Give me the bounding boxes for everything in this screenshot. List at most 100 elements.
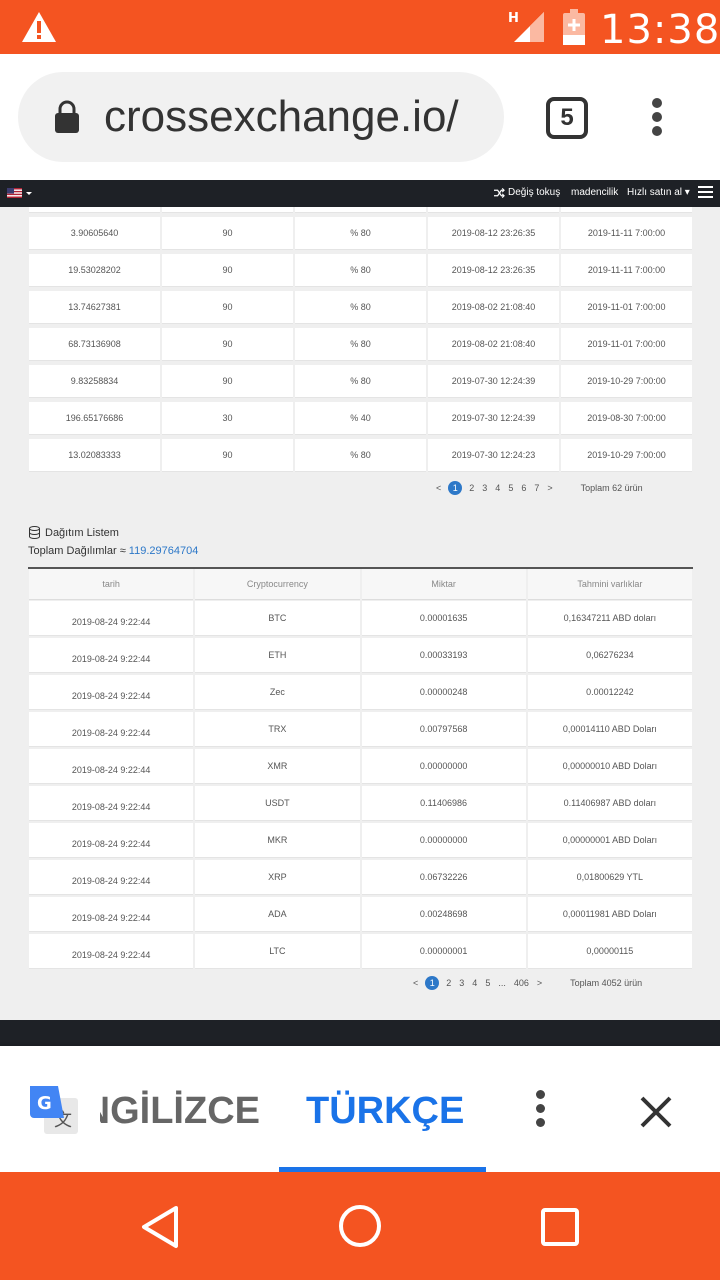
- column-header[interactable]: tarih: [29, 569, 194, 600]
- table-row: 2019-08-24 9:22:44 TRX 0.00797568 0,0001411…: [28, 711, 693, 748]
- target-language-tab[interactable]: TÜRKÇE: [306, 1090, 464, 1133]
- table-cell: 196.65176686: [29, 402, 160, 435]
- table-row: 3.90605640 90% 80 2019-08-12 23:26:35 2019-…: [28, 215, 693, 252]
- table-cell: 13.02083333: [29, 439, 160, 472]
- table-row: 2019-08-24 9:22:44 XRP 0.06732226 0,0180062…: [28, 859, 693, 896]
- distribution-table: tarih Cryptocurrency Miktar Tahmini varlıkl…: [28, 567, 693, 970]
- page-link[interactable]: 5: [508, 483, 513, 493]
- table-cell: 2019-08-24 9:22:44: [29, 934, 194, 969]
- nav-mining[interactable]: madencilik: [571, 187, 618, 198]
- table-cell: 0,06276234: [527, 638, 692, 673]
- table-cell: 2019-11-11 7:00:00: [561, 254, 692, 287]
- table-cell: % 40: [295, 402, 426, 435]
- table-cell: 2019-08-24 9:22:44: [29, 749, 194, 784]
- table-cell: 2019-08-24 9:22:44: [29, 675, 194, 710]
- page-link[interactable]: 3: [482, 483, 487, 493]
- svg-text:H: H: [508, 11, 519, 26]
- google-translate-icon: 文 G: [30, 1086, 78, 1134]
- table-cell: XMR: [195, 749, 360, 784]
- table-cell: 13.74627381: [29, 291, 160, 324]
- distribution-total-label: Toplam Dağılımlar ≈: [28, 545, 129, 557]
- lock-icon: [55, 100, 79, 133]
- table-cell: 2019-08-24 9:22:44: [29, 638, 194, 673]
- address-bar[interactable]: crossexchange.io/: [18, 72, 504, 162]
- column-header[interactable]: Miktar: [361, 569, 526, 600]
- table-cell: 0,00011981 ABD Doları: [527, 897, 692, 932]
- source-language-tab[interactable]: İNGİLİZCE: [100, 1090, 260, 1133]
- page-link[interactable]: 2: [446, 978, 451, 988]
- browser-menu-icon[interactable]: [648, 98, 666, 140]
- table-cell: 9.83258834: [29, 365, 160, 398]
- table-cell: 2019-07-30 12:24:39: [428, 402, 559, 435]
- current-page[interactable]: 1: [425, 976, 440, 990]
- tab-switcher-button[interactable]: 5: [546, 97, 588, 139]
- page-content: 3.90605640 90% 80 2019-08-12 23:26:35 2019-…: [0, 207, 720, 1020]
- browser-toolbar: crossexchange.io/ 5: [0, 54, 720, 180]
- page-link[interactable]: 6: [521, 483, 526, 493]
- table-cell: 2019-07-30 12:24:39: [428, 365, 559, 398]
- recent-apps-icon[interactable]: [540, 1207, 580, 1247]
- table-cell: 0.00797568: [361, 712, 526, 747]
- page-link[interactable]: 7: [534, 483, 539, 493]
- more-options-icon[interactable]: [534, 1090, 546, 1130]
- table-cell: 0,00000001 ABD Doları: [527, 823, 692, 858]
- table-cell: % 80: [295, 328, 426, 361]
- distribution-title-text: Dağıtım Listem: [45, 526, 119, 539]
- table-cell: 90: [162, 254, 293, 287]
- table-cell: % 80: [295, 291, 426, 324]
- next-page-button[interactable]: >: [547, 483, 552, 493]
- table-row: 13.02083333 90% 80 2019-07-30 12:24:23 2019…: [28, 437, 693, 474]
- pagination: <1 2 3 4 5 6 7 > Toplam 62 ürün: [432, 481, 647, 495]
- table-cell: 2019-08-30 7:00:00: [561, 402, 692, 435]
- column-header[interactable]: Tahmini varlıklar: [527, 569, 692, 600]
- table-cell: 2019-08-24 9:22:44: [29, 823, 194, 858]
- table-row: 2019-08-24 9:22:44 ETH 0.00033193 0,0627623…: [28, 637, 693, 674]
- home-icon[interactable]: [338, 1204, 382, 1248]
- table-cell: 2019-08-02 21:08:40: [428, 291, 559, 324]
- table-header: tarih Cryptocurrency Miktar Tahmini varlıkl…: [28, 569, 693, 600]
- back-icon[interactable]: [140, 1204, 182, 1250]
- table-cell: % 80: [295, 365, 426, 398]
- language-caret-icon[interactable]: [26, 192, 32, 195]
- page-link[interactable]: 2: [469, 483, 474, 493]
- prev-page-button[interactable]: <: [413, 978, 418, 988]
- total-count: Toplam 4052 ürün: [570, 978, 643, 988]
- hamburger-menu-icon[interactable]: [698, 186, 713, 199]
- table-row: 2019-08-24 9:22:44 MKR 0.00000000 0,0000000…: [28, 822, 693, 859]
- url-text[interactable]: crossexchange.io/: [104, 92, 459, 142]
- last-page-link[interactable]: 406: [514, 978, 529, 988]
- table-cell: 0.11406986: [361, 786, 526, 821]
- prev-page-button[interactable]: <: [436, 483, 441, 493]
- page-link[interactable]: 5: [485, 978, 490, 988]
- nav-quick-buy[interactable]: Hızlı satın al ▾: [627, 187, 690, 198]
- table-row: 196.65176686 30% 40 2019-07-30 12:24:39 201…: [28, 400, 693, 437]
- table-cell: TRX: [195, 712, 360, 747]
- current-page[interactable]: 1: [448, 481, 463, 495]
- battery-charging-icon: [563, 9, 585, 45]
- table-cell: 2019-08-12 23:26:35: [428, 254, 559, 287]
- page-link[interactable]: 4: [495, 483, 500, 493]
- table-cell: ADA: [195, 897, 360, 932]
- column-header[interactable]: Cryptocurrency: [195, 569, 360, 600]
- table-cell: 0,16347211 ABD doları: [527, 601, 692, 636]
- close-icon[interactable]: [636, 1092, 676, 1132]
- table-cell: 2019-10-29 7:00:00: [561, 365, 692, 398]
- table-cell: 90: [162, 365, 293, 398]
- table-cell: 2019-08-24 9:22:44: [29, 786, 194, 821]
- distribution-total: Toplam Dağılımlar ≈ 119.29764704: [28, 545, 198, 557]
- table-row: 9.83258834 90% 80 2019-07-30 12:24:39 2019-…: [28, 363, 693, 400]
- table-cell: USDT: [195, 786, 360, 821]
- us-flag-icon[interactable]: [7, 188, 22, 198]
- table-cell: 0.00033193: [361, 638, 526, 673]
- table-cell: 68.73136908: [29, 328, 160, 361]
- page-link[interactable]: 4: [472, 978, 477, 988]
- table-row: 2019-08-24 9:22:44 XMR 0.00000000 0,0000001…: [28, 748, 693, 785]
- page-ellipsis: ...: [498, 978, 506, 988]
- table-cell: ETH: [195, 638, 360, 673]
- site-footer: [0, 1020, 720, 1046]
- table-cell: 19.53028202: [29, 254, 160, 287]
- table-cell: 2019-08-12 23:26:35: [428, 217, 559, 250]
- next-page-button[interactable]: >: [537, 978, 542, 988]
- page-link[interactable]: 3: [459, 978, 464, 988]
- nav-exchange[interactable]: Değiş tokuş: [508, 187, 560, 198]
